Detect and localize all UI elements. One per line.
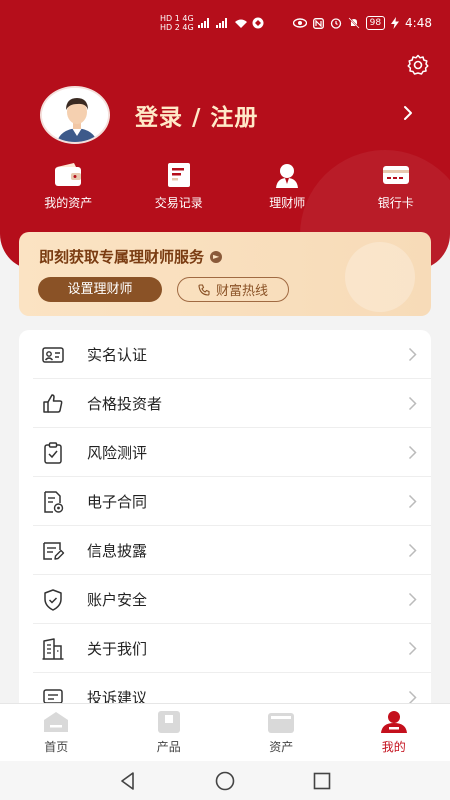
quick-advisor[interactable]: 理财师: [233, 162, 342, 211]
menu-item-qualified-investor[interactable]: 合格投资者: [19, 379, 431, 428]
tab-assets-label: 资产: [269, 740, 294, 754]
login-register-link[interactable]: 登录 / 注册: [135, 98, 258, 132]
menu-label: 合格投资者: [87, 395, 163, 413]
advisor-card: 即刻获取专属理财师服务 ► 设置理财师 财富热线: [19, 232, 431, 316]
wealth-hotline-label: 财富热线: [215, 284, 268, 299]
quick-actions: 我的资产 交易记录 理财师 银行卡: [0, 162, 450, 211]
menu-label: 风险测评: [87, 444, 148, 462]
menu-item-risk-assessment[interactable]: 风险测评: [19, 428, 431, 477]
app-notification-icon: [252, 17, 264, 29]
charging-icon: [391, 17, 400, 29]
wifi-icon: [234, 19, 247, 28]
menu-label: 关于我们: [87, 640, 148, 658]
product-icon: [157, 711, 180, 733]
tab-products-label: 产品: [156, 740, 181, 754]
chevron-right-icon: [408, 445, 417, 460]
arrow-right-icon: ►: [210, 250, 223, 263]
tab-mine[interactable]: 我的: [338, 704, 450, 761]
clipboard-check-icon: [44, 441, 62, 464]
profile-icon: [380, 711, 407, 733]
system-navigation-bar: [0, 761, 450, 800]
document-edit-icon: [43, 541, 65, 560]
menu-label: 实名认证: [87, 346, 148, 364]
advisor-title-text: 即刻获取专属理财师服务: [39, 248, 205, 266]
menu-label: 电子合同: [87, 493, 148, 511]
menu-item-e-contract[interactable]: 电子合同: [19, 477, 431, 526]
wallet-icon: [268, 713, 295, 733]
alarm-icon: [330, 18, 341, 29]
battery-indicator: 98: [365, 16, 386, 30]
phone-icon: [198, 283, 210, 296]
eye-icon: [292, 18, 307, 28]
home-icon: [44, 712, 69, 732]
advisor-card-title[interactable]: 即刻获取专属理财师服务 ►: [39, 246, 223, 267]
chevron-right-icon: [408, 396, 417, 411]
chevron-right-icon: [408, 592, 417, 607]
quick-my-assets-label: 我的资产: [44, 196, 93, 210]
menu-label: 账户安全: [87, 591, 148, 609]
record-icon: [167, 163, 190, 187]
building-icon: [42, 637, 64, 660]
signal-indicators: HD 1 4G HD 2 4G: [160, 14, 264, 32]
nfc-icon: [312, 17, 324, 29]
thumbs-up-icon: [43, 393, 63, 413]
sim2-label: HD 2 4G: [160, 23, 194, 32]
tab-mine-label: 我的: [381, 740, 406, 754]
quick-transactions-label: 交易记录: [154, 196, 203, 210]
status-right: 98 4:48: [292, 16, 432, 30]
clock: 4:48: [405, 16, 432, 30]
set-advisor-button[interactable]: 设置理财师: [38, 277, 162, 302]
quick-advisor-label: 理财师: [269, 196, 306, 210]
tab-home[interactable]: 首页: [0, 704, 113, 761]
quick-transactions[interactable]: 交易记录: [125, 162, 234, 211]
back-icon[interactable]: [117, 770, 139, 792]
recents-icon[interactable]: [311, 770, 333, 792]
wallet-icon: [55, 163, 82, 186]
status-bar: HD 1 4G HD 2 4G 98 4:48: [0, 0, 450, 40]
menu-label: 信息披露: [87, 542, 148, 560]
chevron-right-icon: [408, 347, 417, 362]
tab-home-label: 首页: [44, 740, 69, 754]
chevron-right-icon: [408, 494, 417, 509]
advisor-decoration: [345, 242, 415, 312]
tab-assets[interactable]: 资产: [225, 704, 338, 761]
chevron-right-icon: [408, 543, 417, 558]
mute-icon: [348, 17, 360, 29]
gear-icon[interactable]: [406, 53, 430, 77]
chevron-right-icon: [408, 641, 417, 656]
wealth-hotline-button[interactable]: 财富热线: [177, 277, 289, 302]
signal-icon-2: [215, 18, 227, 28]
home-circle-icon[interactable]: [214, 770, 236, 792]
advisor-icon: [276, 164, 299, 188]
quick-my-assets[interactable]: 我的资产: [14, 162, 123, 211]
avatar[interactable]: [40, 86, 110, 144]
bottom-tab-bar: 首页 产品 资产 我的: [0, 703, 450, 761]
menu-item-disclosure[interactable]: 信息披露: [19, 526, 431, 575]
chevron-right-icon[interactable]: [400, 103, 416, 123]
settings-menu: 实名认证 合格投资者 风险测评 电子合同 信息披露 账户安全 关于我们 投诉建议: [19, 330, 431, 720]
menu-item-account-security[interactable]: 账户安全: [19, 575, 431, 624]
quick-bank-card[interactable]: 银行卡: [342, 162, 450, 211]
quick-bank-card-label: 银行卡: [377, 196, 414, 210]
sim1-label: HD 1 4G: [160, 14, 194, 23]
menu-item-real-name[interactable]: 实名认证: [19, 330, 431, 379]
bank-card-icon: [382, 166, 409, 184]
tab-products[interactable]: 产品: [113, 704, 226, 761]
shield-check-icon: [44, 588, 62, 611]
menu-item-about-us[interactable]: 关于我们: [19, 624, 431, 673]
contract-icon: [44, 490, 64, 513]
id-card-icon: [42, 346, 64, 363]
signal-icon: [197, 18, 209, 28]
